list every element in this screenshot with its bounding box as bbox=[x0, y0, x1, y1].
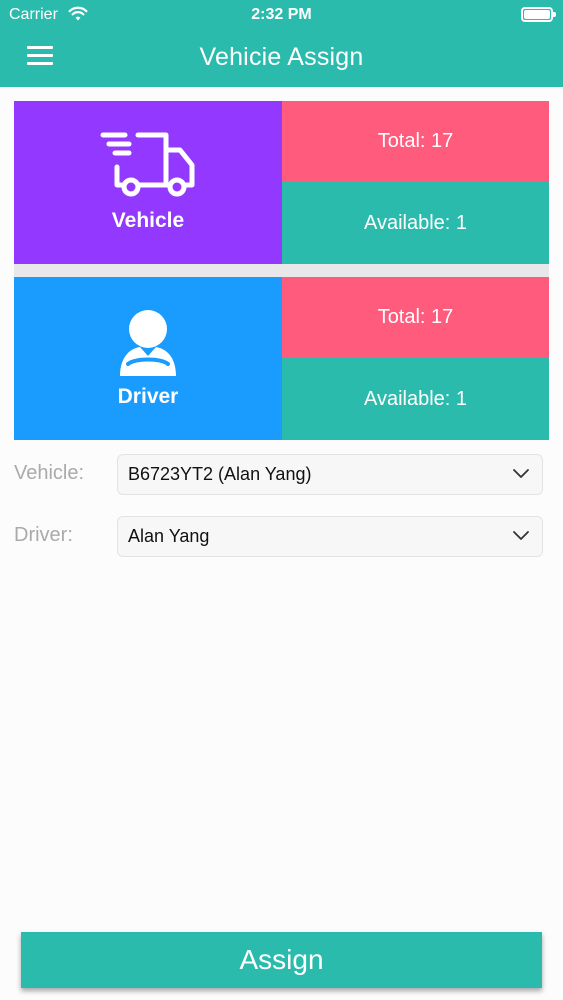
chevron-down-icon bbox=[513, 469, 529, 478]
vehicle-tile-label: Vehicle bbox=[111, 209, 185, 232]
battery-icon bbox=[521, 7, 556, 22]
status-bar: Carrier 2:32 PM bbox=[0, 0, 563, 30]
vehicle-select-value: B6723YT2 (Alan Yang) bbox=[128, 464, 312, 484]
driver-icon bbox=[120, 310, 176, 376]
driver-tile-label: Driver bbox=[117, 385, 179, 408]
vehicle-field-label: Vehicle: bbox=[14, 462, 85, 484]
driver-available: Available: 1 bbox=[282, 358, 549, 440]
delivery-truck-icon bbox=[100, 132, 195, 197]
card-divider bbox=[14, 264, 549, 277]
driver-field-label: Driver: bbox=[14, 524, 73, 546]
vehicle-select[interactable]: B6723YT2 (Alan Yang) bbox=[117, 454, 543, 495]
driver-summary-card: Driver Total: 17 Available: 1 bbox=[14, 277, 549, 440]
chevron-down-icon bbox=[513, 531, 529, 540]
clock: 2:32 PM bbox=[251, 6, 312, 23]
driver-form-row: Driver: Alan Yang bbox=[14, 516, 543, 557]
assign-button[interactable]: Assign bbox=[21, 932, 542, 988]
page-title: Vehicie Assign bbox=[199, 43, 364, 71]
vehicle-available: Available: 1 bbox=[282, 182, 549, 264]
driver-select-value: Alan Yang bbox=[128, 526, 210, 546]
driver-tile[interactable]: Driver bbox=[14, 277, 282, 440]
driver-total: Total: 17 bbox=[282, 277, 549, 358]
nav-bar: Vehicie Assign bbox=[0, 30, 563, 87]
vehicle-summary-card: Vehicle Total: 17 Available: 1 bbox=[14, 101, 549, 264]
vehicle-form-row: Vehicle: B6723YT2 (Alan Yang) bbox=[14, 454, 543, 495]
vehicle-total: Total: 17 bbox=[282, 101, 549, 182]
driver-select[interactable]: Alan Yang bbox=[117, 516, 543, 557]
vehicle-tile[interactable]: Vehicle bbox=[14, 101, 282, 264]
